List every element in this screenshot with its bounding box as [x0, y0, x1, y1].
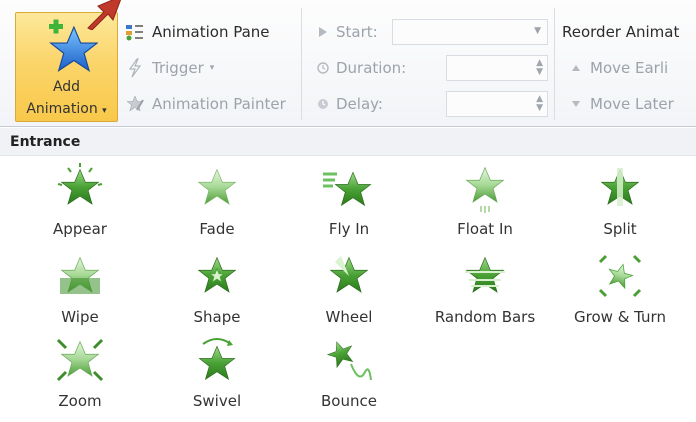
move-later-label: Move Later: [590, 95, 674, 113]
delay-label-row: Delay:: [316, 92, 383, 116]
effect-label: Zoom: [58, 392, 102, 410]
duration-spinner[interactable]: ▲ ▼: [446, 55, 548, 81]
animations-ribbon: Add Animation ▾ Animation Pane Trigger ▾…: [0, 0, 696, 127]
duration-label: Duration:: [336, 59, 407, 77]
float-in-star-icon: [466, 167, 504, 213]
animation-pane-label: Animation Pane: [152, 23, 270, 41]
effect-label: Swivel: [192, 392, 242, 410]
effect-label: Random Bars: [434, 308, 536, 326]
effect-swivel[interactable]: Swivel: [152, 334, 282, 422]
delay-label: Delay:: [336, 95, 383, 113]
effect-label: Shape: [193, 308, 241, 326]
split-star-icon: [601, 168, 639, 206]
move-earlier-button[interactable]: Move Earli: [568, 56, 668, 80]
effect-bounce[interactable]: Bounce: [284, 334, 414, 422]
effect-label: Appear: [53, 220, 107, 238]
effect-zoom[interactable]: Zoom: [15, 334, 145, 422]
chevron-down-icon: ▾: [209, 63, 215, 73]
move-later-button[interactable]: Move Later: [568, 92, 674, 116]
trigger-button[interactable]: Trigger ▾: [124, 56, 214, 80]
zoom-star-icon: [56, 338, 104, 382]
trigger-label: Trigger: [152, 59, 204, 77]
duration-label-row: Duration:: [316, 56, 406, 80]
effect-label: Fade: [199, 220, 235, 238]
bounce-star-icon: [324, 337, 372, 381]
start-label-row: Start:: [316, 20, 378, 44]
triangle-down-icon: [568, 93, 584, 115]
delay-clock-icon: [316, 93, 330, 115]
wheel-star-icon: [330, 256, 368, 293]
spinner-arrows-icon: ▲ ▼: [536, 58, 543, 77]
effect-label: Float In: [457, 220, 513, 238]
effect-label: Wheel: [325, 308, 373, 326]
effect-label: Bounce: [321, 392, 377, 410]
fly-in-star-icon: [323, 171, 372, 206]
spinner-arrows-icon: ▲ ▼: [536, 94, 543, 113]
ribbon-separator: [554, 8, 555, 120]
reorder-animation-label: Reorder Animat: [562, 23, 680, 41]
ribbon-separator: [301, 8, 302, 120]
add-animation-label-line1: Add: [52, 79, 81, 95]
effect-wipe[interactable]: Wipe: [15, 250, 145, 338]
start-label: Start:: [336, 23, 378, 41]
animation-pane-button[interactable]: Animation Pane: [124, 20, 270, 44]
start-dropdown[interactable]: ▼: [392, 19, 548, 45]
effect-label: Split: [603, 220, 637, 238]
play-icon: [316, 21, 330, 43]
effect-random-bars[interactable]: Random Bars: [420, 250, 550, 338]
lightning-icon: [124, 57, 146, 79]
section-header-entrance: Entrance: [0, 128, 696, 156]
appear-star-icon: [57, 163, 103, 205]
effect-split[interactable]: Split: [555, 162, 685, 250]
animation-pane-icon: [124, 21, 146, 43]
animation-painter-icon: [124, 93, 146, 115]
chevron-down-icon: ▾: [102, 106, 107, 116]
effect-fade[interactable]: Fade: [152, 162, 282, 250]
shape-star-icon: [198, 257, 236, 293]
clock-icon: [316, 57, 330, 79]
effect-wheel[interactable]: Wheel: [284, 250, 414, 338]
effect-label: Grow & Turn: [574, 308, 666, 326]
animation-painter-label: Animation Painter: [152, 95, 286, 113]
chevron-down-icon: ▼: [534, 26, 541, 36]
move-earlier-label: Move Earli: [590, 59, 669, 77]
fade-star-icon: [198, 169, 236, 205]
effect-shape[interactable]: Shape: [152, 250, 282, 338]
effect-label: Fly In: [328, 220, 370, 238]
animation-painter-button[interactable]: Animation Painter: [124, 92, 286, 116]
wipe-star-icon: [60, 257, 100, 294]
effect-fly-in[interactable]: Fly In: [284, 162, 414, 250]
triangle-up-icon: [568, 57, 584, 79]
effect-appear[interactable]: Appear: [15, 162, 145, 250]
pointer-arrow-icon: [87, 0, 122, 30]
effect-grow-turn[interactable]: Grow & Turn: [555, 250, 685, 338]
effect-float-in[interactable]: Float In: [420, 162, 550, 250]
add-animation-label-line2: Animation ▾: [26, 101, 107, 117]
effect-label: Wipe: [61, 308, 99, 326]
swivel-star-icon: [198, 338, 236, 380]
delay-spinner[interactable]: ▲ ▼: [446, 91, 548, 117]
random-bars-star-icon: [465, 257, 505, 293]
grow-turn-star-icon: [598, 254, 642, 298]
